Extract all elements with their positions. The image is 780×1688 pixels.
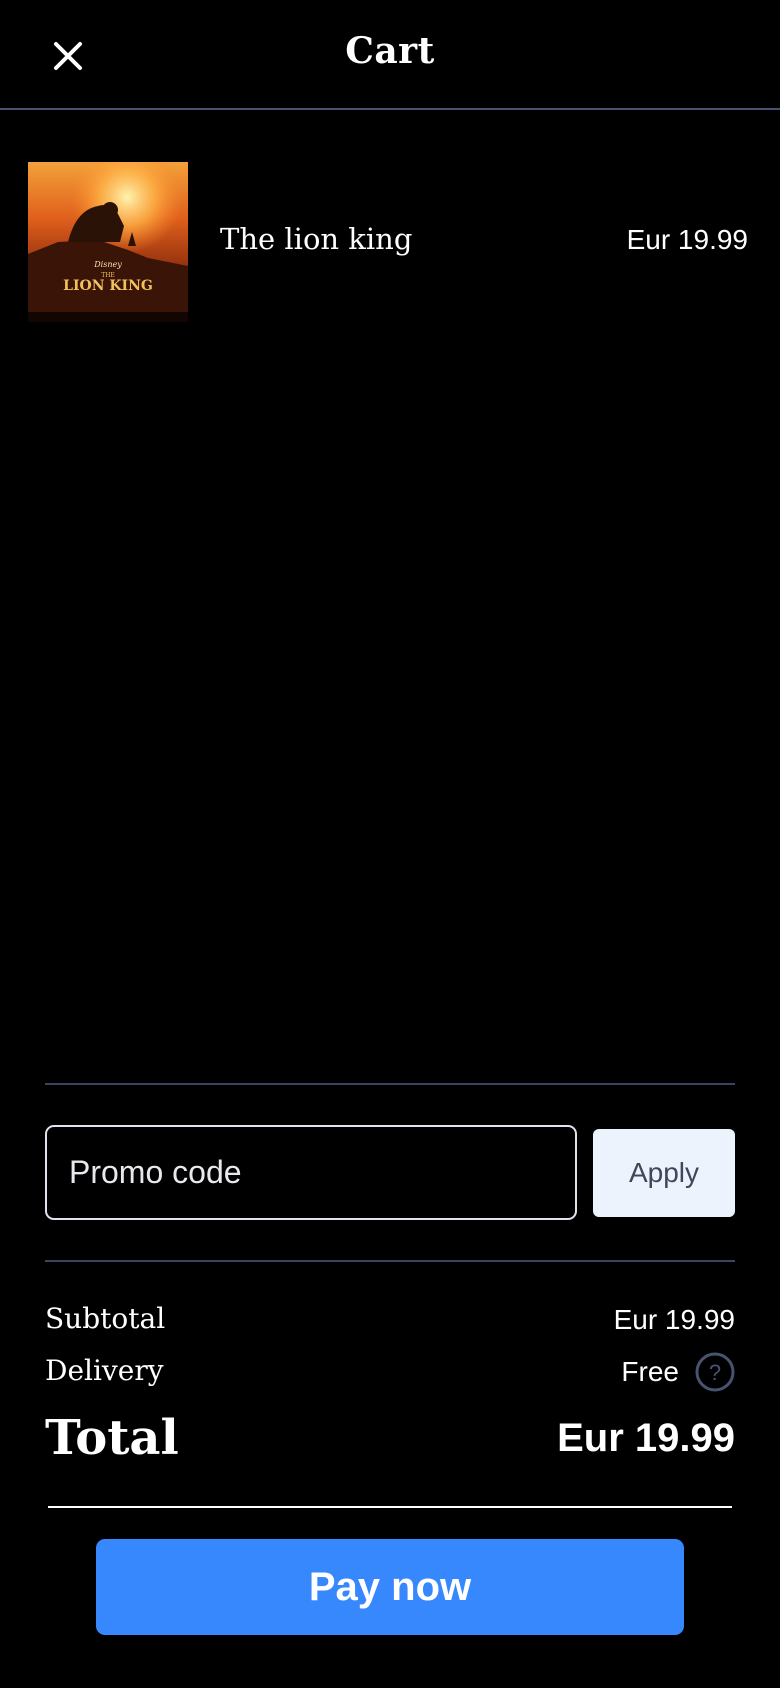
total-value: Eur 19.99	[557, 1416, 735, 1460]
total-label: Total	[45, 1410, 179, 1466]
subtotal-label: Subtotal	[45, 1302, 166, 1335]
delivery-label: Delivery	[45, 1354, 164, 1387]
app-header: Cart	[0, 0, 780, 110]
promo-code-input[interactable]	[45, 1125, 577, 1220]
cart-item-name: The lion king	[220, 222, 413, 256]
movie-poster-thumbnail: Disney THE LION KING	[28, 162, 188, 322]
divider	[45, 1260, 735, 1262]
help-circle-icon[interactable]: ?	[695, 1352, 735, 1392]
apply-promo-button[interactable]: Apply	[593, 1129, 735, 1217]
subtotal-row: Subtotal Eur 19.99	[45, 1302, 735, 1342]
page-title: Cart	[345, 30, 435, 72]
cart-item-price: Eur 19.99	[626, 224, 748, 255]
delivery-row: Delivery Free ?	[45, 1352, 735, 1394]
svg-text:?: ?	[709, 1360, 721, 1385]
poster-text-disney: Disney	[94, 260, 122, 269]
divider	[45, 1083, 735, 1085]
cart-item[interactable]: Disney THE LION KING The lion king Eur 1…	[0, 160, 780, 324]
pay-now-button[interactable]: Pay now	[96, 1539, 684, 1635]
poster-text-title: LION KING	[63, 278, 153, 294]
divider	[48, 1506, 732, 1508]
subtotal-value: Eur 19.99	[613, 1304, 735, 1335]
delivery-value: Free	[621, 1356, 679, 1387]
total-row: Total Eur 19.99	[45, 1410, 735, 1476]
